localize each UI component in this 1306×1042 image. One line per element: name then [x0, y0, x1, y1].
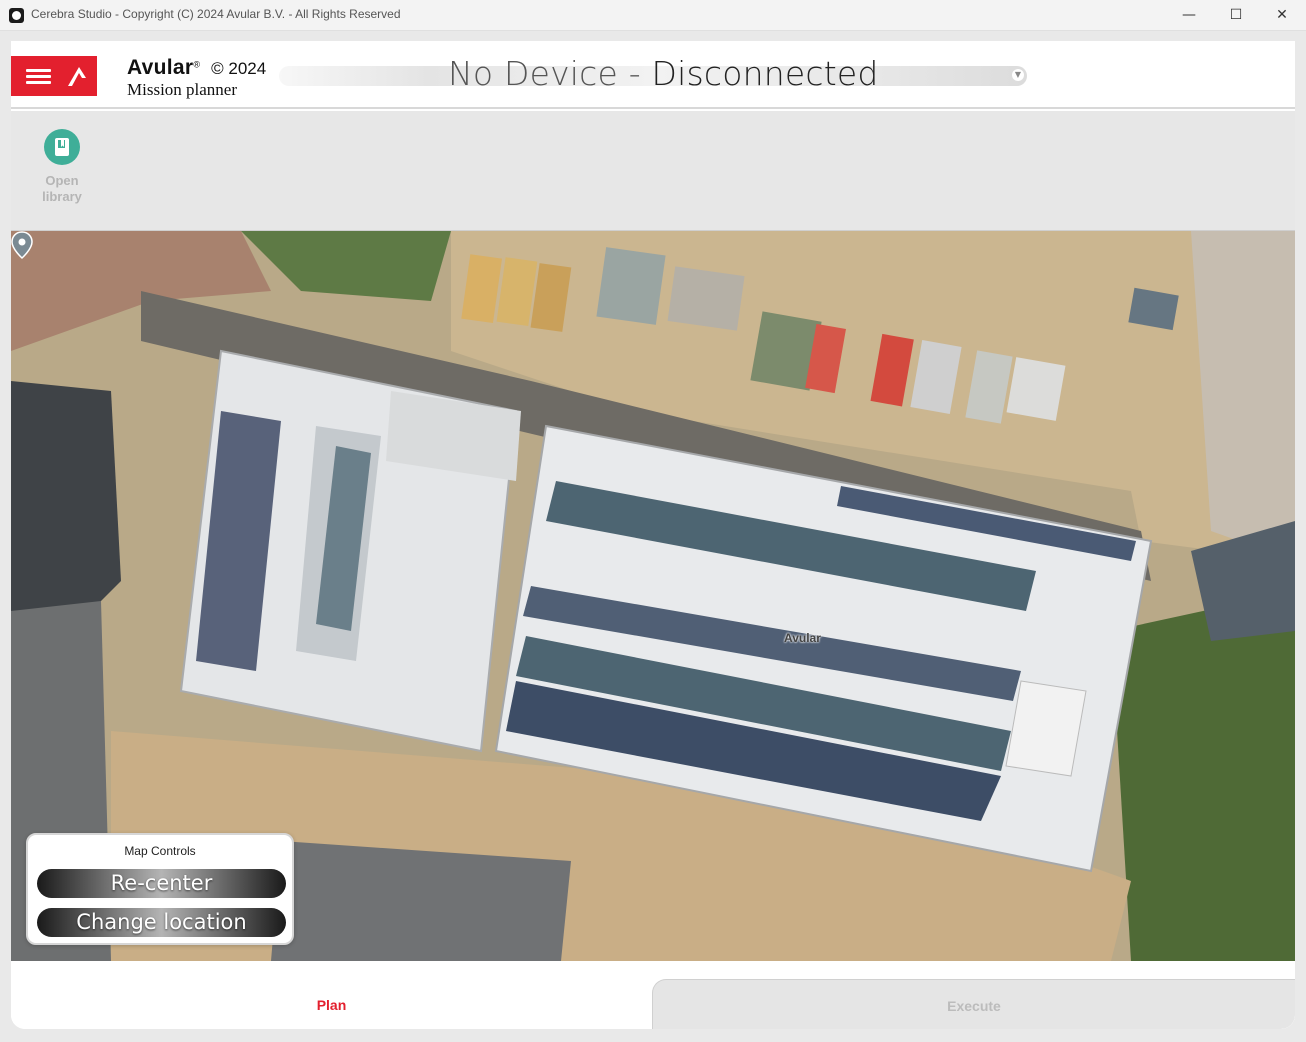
- maximize-button[interactable]: ☐: [1213, 0, 1259, 31]
- map-pin-label: Avular: [784, 631, 821, 645]
- bottom-tab-bar: Plan Execute: [11, 961, 1295, 1029]
- window-title: Cerebra Studio - Copyright (C) 2024 Avul…: [31, 7, 401, 21]
- avular-logo-icon: [68, 67, 86, 86]
- app-header: Avular® © 2024 Mission planner ▼ No Devi…: [11, 41, 1295, 109]
- library-label-line2: library: [42, 189, 82, 204]
- change-location-button[interactable]: Change location: [37, 908, 286, 937]
- window-titlebar: Cerebra Studio - Copyright (C) 2024 Avul…: [0, 0, 1306, 31]
- map-pin-icon[interactable]: [11, 231, 33, 259]
- brand-name: Avular: [127, 56, 194, 79]
- map-controls-panel: Map Controls Re-center Change location: [26, 833, 294, 945]
- device-separator: -: [618, 54, 652, 93]
- brand: Avular® © 2024: [127, 56, 266, 80]
- chevron-down-icon[interactable]: ▼: [1012, 69, 1024, 81]
- menu-button[interactable]: [11, 56, 97, 96]
- tab-plan[interactable]: Plan: [11, 979, 652, 1029]
- tab-plan-label: Plan: [316, 997, 347, 1013]
- brand-subtitle: Mission planner: [127, 80, 238, 99]
- satellite-map[interactable]: Avular Map Controls Re-center Change loc…: [11, 231, 1295, 961]
- map-controls-title: Map Controls: [124, 844, 196, 858]
- connection-status: Disconnected: [651, 54, 879, 93]
- device-status-text: No Device - Disconnected: [448, 54, 879, 93]
- brand-copyright: © 2024: [211, 59, 267, 78]
- device-name: No Device: [448, 54, 619, 93]
- book-icon: [44, 129, 80, 165]
- recenter-button[interactable]: Re-center: [37, 869, 286, 898]
- app-frame: Avular® © 2024 Mission planner ▼ No Devi…: [11, 41, 1295, 1029]
- app-icon: [9, 8, 24, 23]
- brand-registered-mark: ®: [193, 59, 201, 70]
- library-label-line1: Open: [45, 173, 79, 188]
- hamburger-icon: [26, 69, 51, 84]
- close-button[interactable]: ✕: [1259, 0, 1305, 31]
- toolbar: Open library: [11, 111, 1295, 231]
- tab-execute-label: Execute: [947, 998, 1001, 1014]
- minimize-button[interactable]: —: [1166, 0, 1212, 31]
- tab-execute[interactable]: Execute: [652, 979, 1295, 1029]
- open-library-button[interactable]: Open library: [31, 129, 93, 205]
